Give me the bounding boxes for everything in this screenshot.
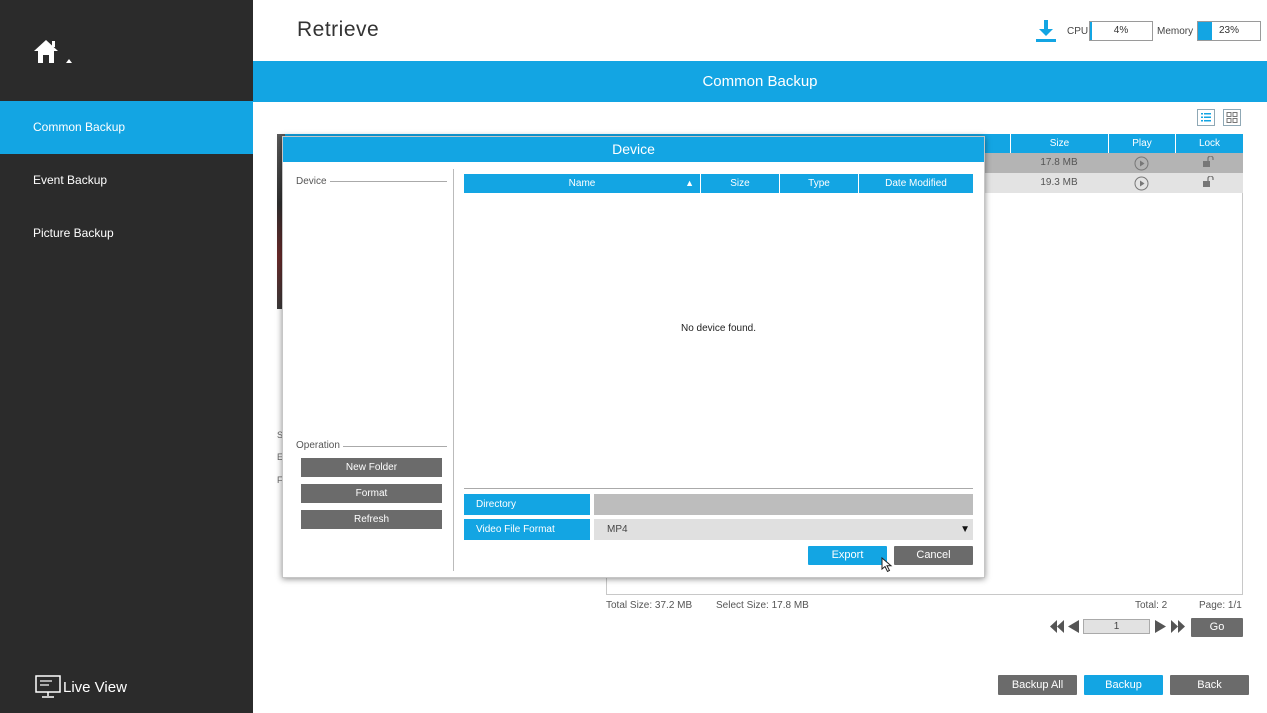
- sort-ascending-icon: ▲: [685, 178, 694, 188]
- unlock-icon[interactable]: [1202, 176, 1215, 188]
- row-size: 19.3 MB: [1040, 177, 1078, 188]
- memory-value: 23%: [1218, 25, 1239, 36]
- video-format-label: Video File Format: [464, 519, 590, 540]
- column-date-modified[interactable]: Date Modified: [859, 174, 973, 193]
- row-size: 17.8 MB: [1040, 157, 1078, 168]
- grid-icon: [1226, 112, 1238, 123]
- refresh-button[interactable]: Refresh: [301, 510, 442, 529]
- cpu-value: 4%: [1113, 25, 1129, 36]
- list-icon: [1201, 113, 1211, 122]
- device-group-label: Device: [296, 176, 330, 187]
- back-button[interactable]: Back: [1170, 675, 1249, 695]
- page-number-input[interactable]: 1: [1083, 619, 1150, 634]
- cancel-button[interactable]: Cancel: [894, 546, 973, 565]
- unlock-icon[interactable]: [1202, 156, 1215, 168]
- dropdown-caret-icon: ▼: [960, 524, 970, 535]
- column-name-label: Name: [568, 178, 596, 189]
- backup-button[interactable]: Backup: [1084, 675, 1163, 695]
- column-size[interactable]: Size: [701, 174, 780, 193]
- sidebar-item-picture-backup[interactable]: Picture Backup: [0, 207, 253, 260]
- directory-label: Directory: [464, 494, 590, 515]
- sidebar-item-event-backup[interactable]: Event Backup: [0, 154, 253, 207]
- video-format-select[interactable]: MP4 ▼: [594, 519, 973, 540]
- monitor-icon: [35, 675, 61, 698]
- play-icon[interactable]: [1134, 176, 1149, 191]
- cpu-usage-bar: 4%: [1089, 21, 1153, 41]
- dialog-title: Device: [283, 137, 984, 162]
- directory-field[interactable]: [594, 494, 973, 515]
- select-size: Select Size: 17.8 MB: [716, 600, 809, 611]
- download-icon[interactable]: [1036, 20, 1056, 42]
- export-button[interactable]: Export: [808, 546, 887, 565]
- total-count: Total: 2: [1135, 600, 1168, 611]
- operation-group-label: Operation: [296, 440, 343, 451]
- column-size[interactable]: Size: [1010, 134, 1108, 153]
- grid-view-button[interactable]: [1223, 109, 1241, 126]
- list-view-button[interactable]: [1197, 109, 1215, 126]
- column-name[interactable]: Name ▲: [464, 174, 701, 193]
- first-page-icon[interactable]: [1050, 620, 1064, 633]
- dialog-separator: [464, 488, 973, 489]
- last-page-icon[interactable]: [1171, 620, 1185, 633]
- go-button[interactable]: Go: [1191, 618, 1243, 637]
- device-dialog: Device Device Operation New Folder Forma…: [282, 136, 985, 578]
- dialog-divider: [453, 169, 454, 571]
- backup-all-button[interactable]: Backup All: [998, 675, 1077, 695]
- section-banner: Common Backup: [253, 61, 1267, 102]
- column-type[interactable]: Type: [780, 174, 859, 193]
- video-format-value: MP4: [607, 524, 628, 535]
- sidebar-item-common-backup[interactable]: Common Backup: [0, 101, 253, 154]
- live-view-button[interactable]: Live View: [35, 674, 127, 700]
- column-play: Play: [1108, 134, 1175, 153]
- home-icon[interactable]: [32, 38, 72, 66]
- page-title: Retrieve: [297, 18, 380, 41]
- mouse-cursor-icon: [881, 557, 893, 573]
- live-view-label: Live View: [63, 678, 127, 696]
- memory-label: Memory: [1157, 26, 1194, 37]
- page-indicator: Page: 1/1: [1199, 600, 1242, 611]
- next-page-icon[interactable]: [1155, 620, 1166, 633]
- format-button[interactable]: Format: [301, 484, 442, 503]
- prev-page-icon[interactable]: [1068, 620, 1079, 633]
- memory-usage-bar: 23%: [1197, 21, 1261, 41]
- device-file-table-header: Name ▲ Size Type Date Modified: [464, 174, 973, 193]
- play-icon[interactable]: [1134, 156, 1149, 171]
- new-folder-button[interactable]: New Folder: [301, 458, 442, 477]
- empty-message: No device found.: [680, 323, 757, 334]
- column-lock: Lock: [1175, 134, 1243, 153]
- sidebar: Common Backup Event Backup Picture Backu…: [0, 0, 253, 713]
- cpu-label: CPU: [1067, 26, 1089, 37]
- total-size: Total Size: 37.2 MB: [606, 600, 693, 611]
